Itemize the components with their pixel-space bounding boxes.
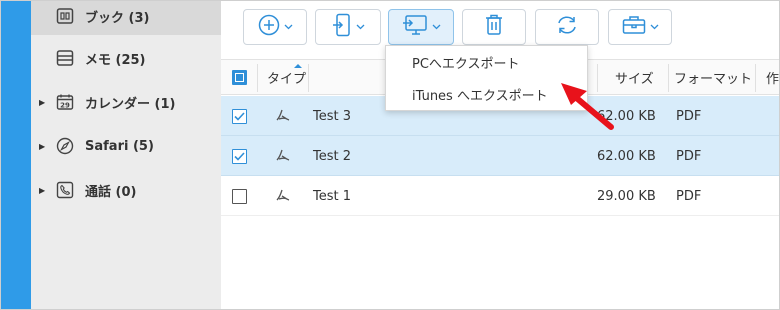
file-size: 62.00 KB bbox=[597, 148, 656, 164]
column-separator bbox=[308, 64, 309, 92]
sort-asc-icon bbox=[293, 58, 303, 73]
column-header-type[interactable]: タイプ bbox=[267, 60, 306, 94]
phone-import-icon bbox=[332, 13, 352, 41]
sidebar-item-label: 通話 (0) bbox=[85, 184, 137, 200]
row-checkbox[interactable] bbox=[232, 136, 247, 176]
import-device-button[interactable] bbox=[315, 9, 381, 45]
sidebar-item-label: Safari (5) bbox=[85, 138, 154, 154]
column-separator bbox=[257, 64, 258, 92]
pdf-icon bbox=[275, 176, 291, 216]
expand-arrow-icon[interactable]: ▶ bbox=[39, 98, 45, 107]
monitor-export-icon bbox=[402, 14, 428, 40]
calendar-day-number: 29 bbox=[60, 102, 70, 110]
calendar-icon: 29 bbox=[55, 92, 75, 112]
left-accent-strip bbox=[1, 1, 31, 309]
pdf-icon bbox=[275, 136, 291, 176]
sidebar-item-label: カレンダー (1) bbox=[85, 96, 176, 112]
sync-button[interactable] bbox=[535, 9, 599, 45]
phone-icon bbox=[55, 180, 75, 200]
add-button[interactable] bbox=[243, 9, 307, 45]
column-header-format[interactable]: フォーマット bbox=[674, 60, 752, 94]
expand-arrow-icon[interactable]: ▶ bbox=[39, 186, 45, 195]
sidebar-item-label: メモ (25) bbox=[85, 52, 146, 68]
chevron-down-icon bbox=[432, 22, 441, 33]
trash-icon bbox=[485, 14, 503, 40]
compass-icon bbox=[55, 136, 75, 156]
row-checkbox[interactable] bbox=[232, 96, 247, 136]
file-name: Test 3 bbox=[313, 108, 352, 124]
chevron-down-icon bbox=[356, 22, 365, 33]
annotation-arrow-icon bbox=[561, 83, 614, 130]
sidebar-item-label: ブック (3) bbox=[85, 10, 150, 26]
file-format: PDF bbox=[676, 108, 702, 124]
chevron-down-icon bbox=[284, 22, 293, 33]
file-format: PDF bbox=[676, 148, 702, 164]
delete-button[interactable] bbox=[462, 9, 526, 45]
sidebar-item-calls[interactable]: ▶ 通話 (0) bbox=[31, 171, 221, 209]
select-all-checkbox[interactable] bbox=[232, 60, 247, 94]
export-button[interactable] bbox=[388, 9, 454, 45]
table-row[interactable]: Test 2 62.00 KB PDF bbox=[221, 136, 779, 176]
briefcase-icon bbox=[622, 15, 646, 39]
column-separator bbox=[668, 64, 669, 92]
row-checkbox[interactable] bbox=[232, 176, 247, 216]
book-icon bbox=[55, 6, 75, 26]
sidebar-item-safari[interactable]: ▶ Safari (5) bbox=[31, 127, 221, 165]
file-size: 29.00 KB bbox=[597, 188, 656, 204]
sidebar-item-notes[interactable]: メモ (25) bbox=[31, 39, 221, 77]
sidebar: ブック (3) メモ (25) ▶ 29 カレンダー (1) ▶ Safari … bbox=[31, 1, 221, 309]
file-format: PDF bbox=[676, 188, 702, 204]
refresh-icon bbox=[555, 14, 579, 40]
column-header-extra[interactable]: 作 bbox=[766, 60, 779, 94]
plus-circle-icon bbox=[258, 14, 280, 40]
column-header-label: 作 bbox=[766, 71, 780, 87]
file-name: Test 1 bbox=[313, 188, 352, 204]
app-window: ブック (3) メモ (25) ▶ 29 カレンダー (1) ▶ Safari … bbox=[0, 0, 780, 310]
pdf-icon bbox=[275, 96, 291, 136]
sidebar-item-books[interactable]: ブック (3) bbox=[31, 1, 221, 35]
chevron-down-icon bbox=[650, 22, 659, 33]
file-name: Test 2 bbox=[313, 148, 352, 164]
expand-arrow-icon[interactable]: ▶ bbox=[39, 142, 45, 151]
toolbox-button[interactable] bbox=[608, 9, 672, 45]
table-row[interactable]: Test 1 29.00 KB PDF bbox=[221, 176, 779, 216]
notes-icon bbox=[55, 48, 75, 68]
column-separator bbox=[755, 64, 756, 92]
sidebar-item-calendar[interactable]: ▶ 29 カレンダー (1) bbox=[31, 83, 221, 121]
column-header-label: フォーマット bbox=[674, 71, 753, 87]
